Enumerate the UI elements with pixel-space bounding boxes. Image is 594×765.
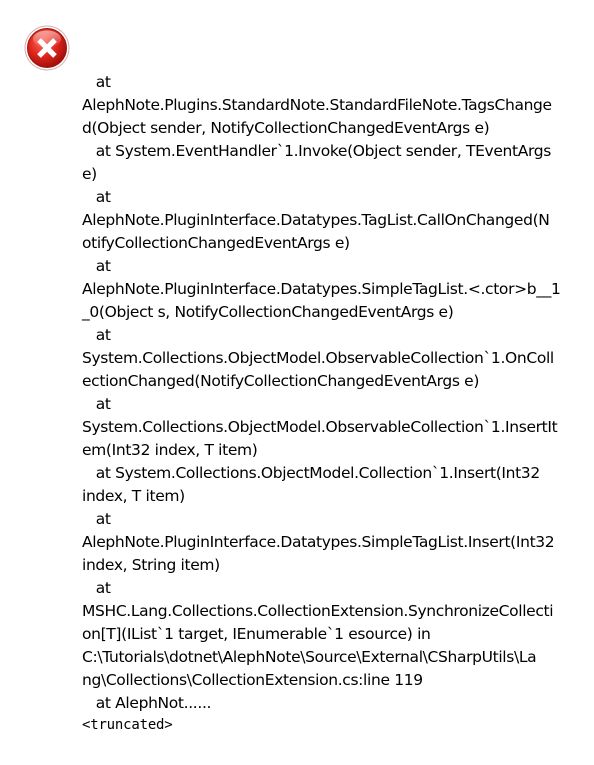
message-line: at <box>82 395 111 413</box>
message-line: ng\Collections\CollectionExtension.cs:li… <box>82 671 423 689</box>
message-line: at System.EventHandler`1.Invoke(Object s… <box>82 142 552 160</box>
message-line: at AlephNot...... <box>82 694 212 712</box>
message-line: at System.Collections.ObjectModel.Collec… <box>82 464 540 482</box>
message-line: at <box>82 510 111 528</box>
message-line: at <box>82 579 111 597</box>
error-message: at AlephNote.Plugins.StandardNote.Standar… <box>82 71 568 715</box>
message-line: AlephNote.Plugins.StandardNote.StandardF… <box>82 96 552 114</box>
message-line: d(Object sender, NotifyCollectionChanged… <box>82 119 490 137</box>
message-line: AlephNote.PluginInterface.Datatypes.TagL… <box>82 211 550 229</box>
message-line: _0(Object s, NotifyCollectionChangedEven… <box>82 303 454 321</box>
message-line: System.Collections.ObjectModel.Observabl… <box>82 349 554 367</box>
message-line: MSHC.Lang.Collections.CollectionExtensio… <box>82 602 554 620</box>
message-line: at <box>82 257 111 275</box>
message-line: ectionChanged(NotifyCollectionChangedEve… <box>82 372 480 390</box>
message-line: index, String item) <box>82 556 220 574</box>
message-line: otifyCollectionChangedEventArgs e) <box>82 234 350 252</box>
message-line: System.Collections.ObjectModel.Observabl… <box>82 418 558 436</box>
message-line: on[T](IList`1 target, IEnumerable`1 esou… <box>82 625 431 643</box>
message-line: AlephNote.PluginInterface.Datatypes.Simp… <box>82 280 561 298</box>
message-line: at <box>82 73 111 91</box>
truncated-label: <truncated> <box>82 717 173 733</box>
message-line: e) <box>82 165 97 183</box>
message-line: at <box>82 326 111 344</box>
message-line: em(Int32 index, T item) <box>82 441 258 459</box>
error-icon <box>24 25 70 71</box>
message-line: AlephNote.PluginInterface.Datatypes.Simp… <box>82 533 555 551</box>
message-line: at <box>82 188 111 206</box>
message-line: index, T item) <box>82 487 185 505</box>
message-line: C:\Tutorials\dotnet\AlephNote\Source\Ext… <box>82 648 537 666</box>
